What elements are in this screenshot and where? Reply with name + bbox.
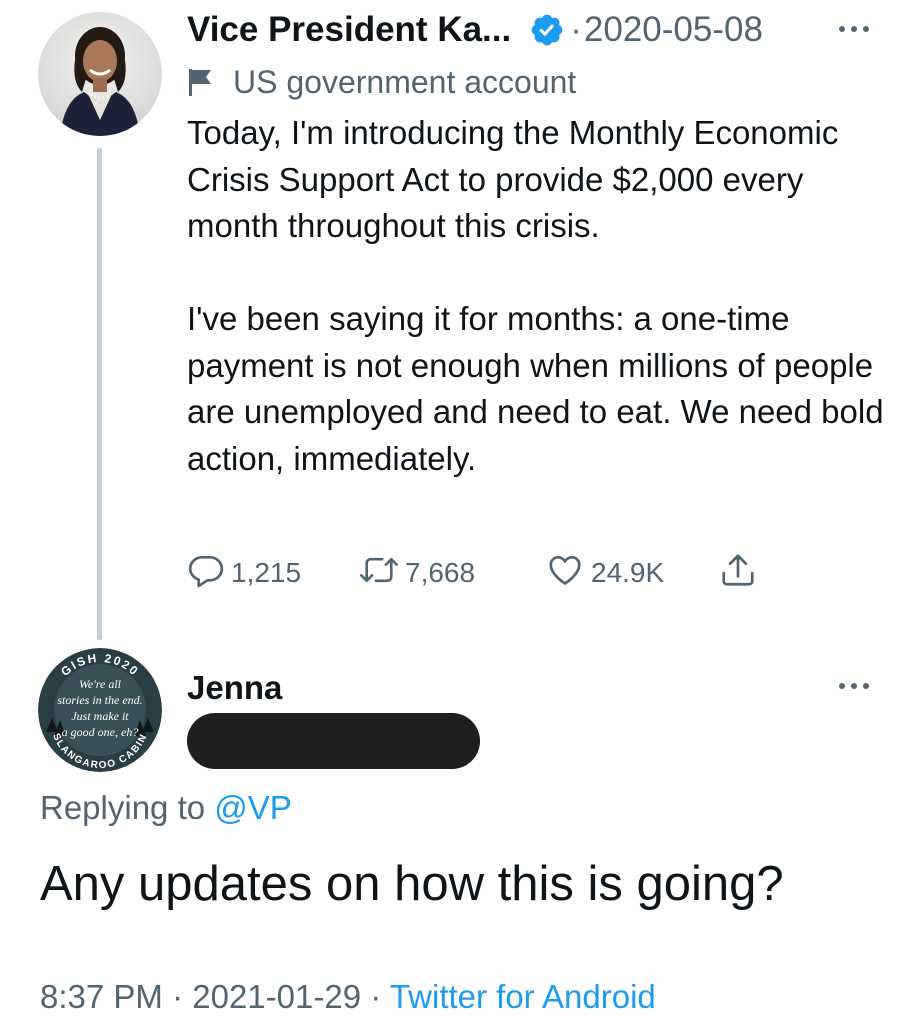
tweet-paragraph: Today, I'm introducing the Monthly Econo… xyxy=(187,114,839,244)
verified-badge-icon xyxy=(529,12,565,48)
reply-count: 1,215 xyxy=(231,557,302,588)
meta-separator: · xyxy=(172,978,184,1015)
tweet-paragraph: I've been saying it for months: a one-ti… xyxy=(187,300,884,477)
share-button[interactable] xyxy=(719,550,757,596)
reply-tweet-text: Any updates on how this is going? xyxy=(40,857,784,911)
redacted-handle xyxy=(187,713,480,769)
retweet-icon xyxy=(359,551,399,596)
heart-icon xyxy=(545,551,585,596)
reply-display-name[interactable]: Jenna xyxy=(187,666,282,710)
like-button[interactable]: 24.9K xyxy=(545,550,664,596)
vp-avatar[interactable] xyxy=(38,12,162,136)
avatar-line-2: stories in the end. xyxy=(57,693,142,707)
tweet-actions: 1,215 7,668 24.9K xyxy=(187,550,787,596)
thread-line xyxy=(97,148,102,640)
reply-button[interactable]: 1,215 xyxy=(187,550,301,596)
meta-separator: · xyxy=(370,978,382,1015)
more-options-icon[interactable] xyxy=(833,675,875,697)
tweet-date[interactable]: 2021-01-29 xyxy=(192,978,361,1015)
share-icon xyxy=(719,550,757,597)
parent-tweet-text: Today, I'm introducing the Monthly Econo… xyxy=(187,110,897,482)
avatar-line-4: a good one, eh? xyxy=(62,725,139,739)
more-options-icon[interactable] xyxy=(833,18,875,40)
parent-date[interactable]: 2020-05-08 xyxy=(584,10,763,50)
replying-to: Replying to @VP xyxy=(40,786,292,830)
retweet-count: 7,668 xyxy=(405,557,476,588)
retweet-button[interactable]: 7,668 xyxy=(359,550,475,596)
parent-header: Vice President Ka... · 2020-05-08 xyxy=(187,4,763,56)
header-separator: · xyxy=(570,10,582,49)
reply-icon xyxy=(187,551,225,596)
tweet-metadata: 8:37 PM · 2021-01-29 · Twitter for Andro… xyxy=(40,974,656,1020)
tweet-time[interactable]: 8:37 PM xyxy=(40,978,163,1015)
tweet-source[interactable]: Twitter for Android xyxy=(390,978,656,1015)
avatar-line-1: We're all xyxy=(79,677,122,691)
account-label[interactable]: US government account xyxy=(187,60,576,104)
flag-icon xyxy=(187,67,215,97)
jenna-avatar[interactable]: GISH 2020 SLANGAROO CABIN We're all stor… xyxy=(38,648,162,772)
account-label-text: US government account xyxy=(233,63,577,100)
replying-to-prefix: Replying to xyxy=(40,789,206,826)
avatar-line-3: Just make it xyxy=(71,709,129,723)
replying-to-mention[interactable]: @VP xyxy=(214,789,292,826)
like-count: 24.9K xyxy=(591,557,665,588)
parent-display-name[interactable]: Vice President Ka... xyxy=(187,10,511,50)
parent-tweet: Vice President Ka... · 2020-05-08 US gov… xyxy=(0,0,915,640)
